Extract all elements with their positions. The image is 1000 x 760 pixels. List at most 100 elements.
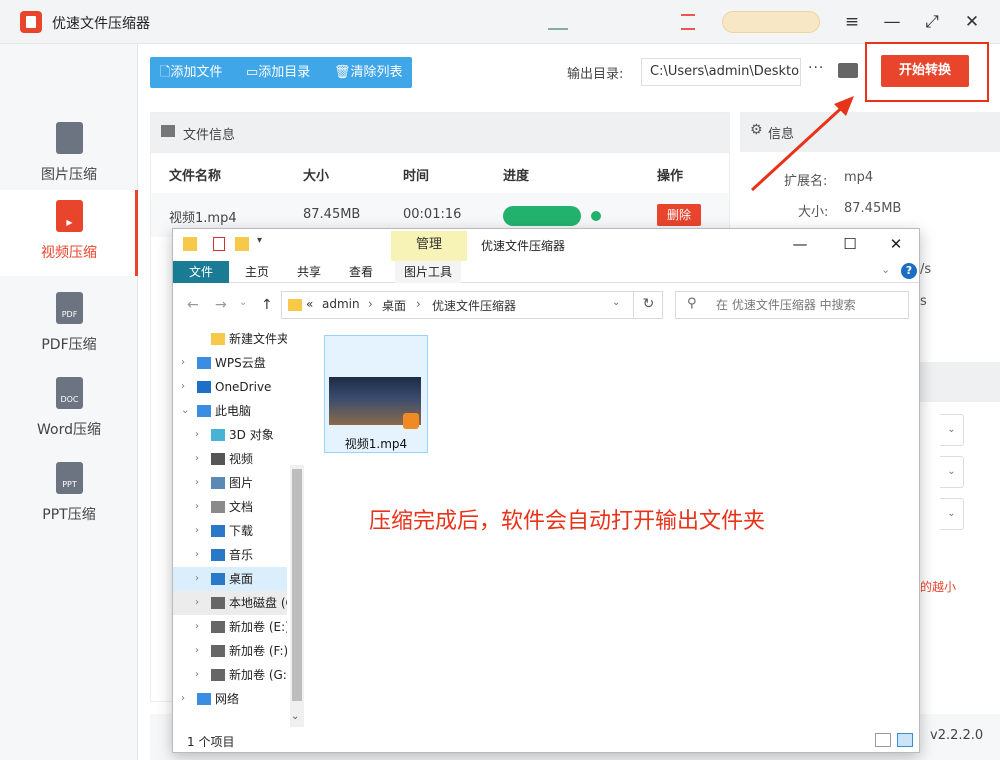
- tree-node[interactable]: › 新加卷 (G:): [173, 663, 287, 687]
- ship-icon[interactable]: [548, 14, 568, 30]
- drive-icon: [211, 597, 225, 609]
- expand-chevron-icon[interactable]: ›: [195, 639, 199, 663]
- properties-icon[interactable]: [213, 237, 225, 251]
- hint-text: 的越小: [920, 580, 957, 594]
- minimize-icon[interactable]: —: [880, 10, 904, 34]
- expand-chevron-icon[interactable]: ›: [195, 519, 199, 543]
- tree-node[interactable]: › 视频: [173, 447, 287, 471]
- tree-node[interactable]: › 新加卷 (F:): [173, 639, 287, 663]
- search-input[interactable]: 在 优速文件压缩器 中搜索: [675, 291, 909, 319]
- vip-button[interactable]: [722, 11, 820, 33]
- tree-node[interactable]: › 新加卷 (E:): [173, 615, 287, 639]
- manage-tab[interactable]: 管理: [391, 231, 467, 261]
- sidebar-item-video[interactable]: ▶ 视频压缩: [0, 190, 138, 276]
- output-dir-input[interactable]: C:\Users\admin\Deskto: [641, 58, 801, 86]
- dropdown-2[interactable]: ⌄: [940, 456, 964, 488]
- maximize-icon[interactable]: ⤢: [920, 10, 944, 34]
- more-options-icon[interactable]: ···: [808, 60, 824, 76]
- col-header-time: 时间: [403, 169, 430, 184]
- large-icons-view-icon[interactable]: [897, 733, 913, 747]
- tab-view[interactable]: 查看: [341, 261, 381, 283]
- breadcrumb-current[interactable]: 优速文件压缩器: [432, 297, 516, 314]
- tab-home[interactable]: 主页: [237, 261, 277, 283]
- expand-chevron-icon[interactable]: ›: [195, 591, 199, 615]
- tree-node[interactable]: › 下载: [173, 519, 287, 543]
- expand-chevron-icon[interactable]: ›: [195, 471, 199, 495]
- tree-node[interactable]: › 图片: [173, 471, 287, 495]
- expand-chevron-icon[interactable]: ›: [195, 495, 199, 519]
- back-icon[interactable]: ←: [187, 297, 199, 313]
- tree-node[interactable]: › 网络: [173, 687, 287, 711]
- clear-list-button[interactable]: 🗑清除列表: [334, 57, 403, 88]
- col-header-progress: 进度: [503, 169, 530, 184]
- explorer-close-icon[interactable]: ✕: [881, 233, 911, 255]
- breadcrumb-separator[interactable]: ›: [416, 297, 421, 311]
- gift-icon[interactable]: [681, 14, 695, 30]
- progress-bar: [503, 206, 581, 226]
- address-dropdown-icon[interactable]: ⌄: [612, 297, 620, 308]
- tree-node[interactable]: 新建文件夹: [173, 327, 287, 351]
- forward-icon[interactable]: →: [215, 297, 227, 313]
- expand-chevron-icon[interactable]: ›: [195, 663, 199, 687]
- quick-access-dropdown-icon[interactable]: ▾: [257, 235, 262, 246]
- col-header-action: 操作: [657, 169, 684, 184]
- tab-file[interactable]: 文件: [173, 261, 229, 283]
- delete-button[interactable]: 删除: [657, 204, 701, 226]
- tree-node[interactable]: › 3D 对象: [173, 423, 287, 447]
- close-icon[interactable]: ✕: [960, 10, 984, 34]
- start-convert-button[interactable]: 开始转换: [881, 55, 969, 87]
- tab-picture-tools[interactable]: 图片工具: [395, 261, 461, 283]
- address-bar[interactable]: « admin › 桌面 › 优速文件压缩器 ⌄: [281, 291, 663, 319]
- sidebar-item-pdf[interactable]: PDF PDF压缩: [0, 282, 138, 366]
- sidebar-item-image[interactable]: 图片压缩: [0, 112, 138, 196]
- new-folder-icon[interactable]: [235, 237, 249, 251]
- tree-node[interactable]: › OneDrive: [173, 375, 287, 399]
- tree-node[interactable]: › 本地磁盘 (C: [173, 591, 287, 615]
- drive-icon: [211, 621, 225, 633]
- refresh-icon[interactable]: ↻: [633, 291, 663, 319]
- sidebar-item-word[interactable]: DOC Word压缩: [0, 367, 138, 451]
- recent-dropdown-icon[interactable]: ⌄: [239, 297, 247, 308]
- tree-node[interactable]: › 桌面: [173, 567, 287, 591]
- add-directory-button[interactable]: ▭添加目录: [246, 57, 310, 88]
- help-icon[interactable]: ?: [901, 263, 917, 279]
- add-file-button[interactable]: 🗋添加文件: [160, 57, 222, 88]
- explorer-minimize-icon[interactable]: —: [785, 233, 815, 255]
- expand-chevron-icon[interactable]: ›: [195, 615, 199, 639]
- app-logo-icon: [20, 11, 42, 33]
- tree-node[interactable]: › WPS云盘: [173, 351, 287, 375]
- details-view-icon[interactable]: [875, 733, 891, 747]
- breadcrumb-overflow[interactable]: «: [306, 297, 313, 311]
- tree-node-label: 音乐: [229, 548, 254, 562]
- sidebar-item-ppt[interactable]: PPT PPT压缩: [0, 452, 138, 536]
- explorer-maximize-icon[interactable]: ☐: [835, 233, 865, 255]
- col-header-name: 文件名称: [169, 169, 222, 184]
- dropdown-1[interactable]: ⌄: [940, 414, 964, 446]
- expand-chevron-icon[interactable]: ›: [181, 687, 185, 711]
- tree-scroll-thumb[interactable]: [292, 469, 302, 701]
- breadcrumb-desktop[interactable]: 桌面: [382, 297, 406, 314]
- up-icon[interactable]: ↑: [261, 297, 273, 313]
- expand-chevron-icon[interactable]: ›: [181, 375, 185, 399]
- scroll-down-icon[interactable]: ⌄: [291, 711, 299, 722]
- tree-node[interactable]: ⌄ 此电脑: [173, 399, 287, 423]
- menu-icon[interactable]: ≡: [840, 10, 864, 34]
- expand-ribbon-icon[interactable]: ⌄: [881, 263, 890, 276]
- open-folder-icon[interactable]: [838, 63, 858, 78]
- breadcrumb-admin[interactable]: admin: [322, 297, 360, 311]
- expand-chevron-icon[interactable]: ›: [195, 543, 199, 567]
- expand-chevron-icon[interactable]: ⌄: [181, 399, 189, 423]
- breadcrumb-separator[interactable]: ›: [368, 297, 373, 311]
- tree-node[interactable]: › 文档: [173, 495, 287, 519]
- tree-node-label: 网络: [215, 692, 240, 706]
- expand-chevron-icon[interactable]: ›: [181, 351, 185, 375]
- expand-chevron-icon[interactable]: ›: [195, 447, 199, 471]
- dropdown-3[interactable]: ⌄: [940, 498, 964, 530]
- drive-icon: [211, 669, 225, 681]
- tree-node[interactable]: › 音乐: [173, 543, 287, 567]
- video-file-icon: ▶: [56, 200, 83, 232]
- expand-chevron-icon[interactable]: ›: [195, 423, 199, 447]
- cube-icon: [211, 429, 225, 441]
- tab-share[interactable]: 共享: [289, 261, 329, 283]
- expand-chevron-icon[interactable]: ›: [195, 567, 199, 591]
